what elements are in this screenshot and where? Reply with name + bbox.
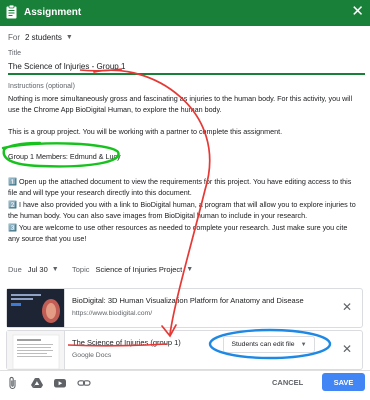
- topic-value: Science of Injuries Project: [95, 265, 183, 274]
- chevron-down-icon: ▼: [51, 266, 59, 273]
- title-label: Title: [8, 50, 21, 57]
- for-value: 2 students: [25, 33, 62, 42]
- for-selector[interactable]: For 2 students ▼: [8, 33, 73, 42]
- link-icon[interactable]: [77, 376, 91, 390]
- chevron-down-icon: ▼: [300, 341, 307, 348]
- topic-label: Topic: [72, 265, 90, 274]
- instructions-paragraph-3[interactable]: Group 1 Members: Edmund & Lucy: [8, 151, 360, 162]
- due-selector[interactable]: Due Jul 30 ▼: [8, 265, 59, 274]
- dialog-header: Assignment ✕: [0, 0, 370, 26]
- assignment-icon: [6, 5, 17, 19]
- attachment-type: Google Docs: [72, 352, 112, 359]
- attachment-title[interactable]: BioDigital: 3D Human Visualization Platf…: [72, 296, 304, 305]
- permission-label: Students can edit file: [231, 341, 295, 348]
- title-input[interactable]: The Science of Injuries - Group 1: [8, 62, 125, 71]
- topic-selector[interactable]: Topic Science of Injuries Project ▼: [72, 265, 193, 274]
- cancel-button[interactable]: CANCEL: [272, 378, 303, 387]
- title-underline: [8, 73, 365, 75]
- remove-attachment-icon[interactable]: ✕: [342, 342, 352, 356]
- instructions-paragraph-2[interactable]: This is a group project. You will be wor…: [8, 126, 360, 137]
- chevron-down-icon: ▼: [65, 34, 73, 41]
- due-label: Due: [8, 265, 22, 274]
- for-label: For: [8, 33, 20, 42]
- chevron-down-icon: ▼: [186, 266, 194, 273]
- instructions-paragraph-6[interactable]: 3️⃣ You are welcome to use other resourc…: [8, 222, 360, 244]
- save-button[interactable]: SAVE: [322, 373, 365, 391]
- attachment-thumbnail: [7, 331, 65, 369]
- drive-icon[interactable]: [30, 376, 44, 390]
- close-icon[interactable]: ✕: [351, 4, 364, 20]
- instructions-label: Instructions (optional): [8, 83, 75, 90]
- remove-attachment-icon[interactable]: ✕: [342, 300, 352, 314]
- attachment-url: https://www.biodigital.com/: [72, 310, 153, 317]
- instructions-paragraph-1[interactable]: Nothing is more simultaneously gross and…: [8, 93, 360, 115]
- attachment-title[interactable]: The Science of Injuries (group 1): [72, 338, 181, 347]
- dialog-title: Assignment: [24, 7, 82, 18]
- instructions-paragraph-5[interactable]: 2️⃣ I have also provided you with a link…: [8, 199, 360, 221]
- attachment-card[interactable]: BioDigital: 3D Human Visualization Platf…: [6, 288, 363, 328]
- permission-dropdown[interactable]: Students can edit file ▼: [223, 336, 315, 353]
- instructions-paragraph-4[interactable]: 1️⃣ Open up the attached document to vie…: [8, 176, 360, 198]
- due-value: Jul 30: [27, 265, 48, 274]
- paperclip-icon[interactable]: [6, 376, 20, 390]
- youtube-icon[interactable]: [53, 376, 67, 390]
- footer-divider: [0, 370, 370, 371]
- attachment-thumbnail: [7, 289, 65, 327]
